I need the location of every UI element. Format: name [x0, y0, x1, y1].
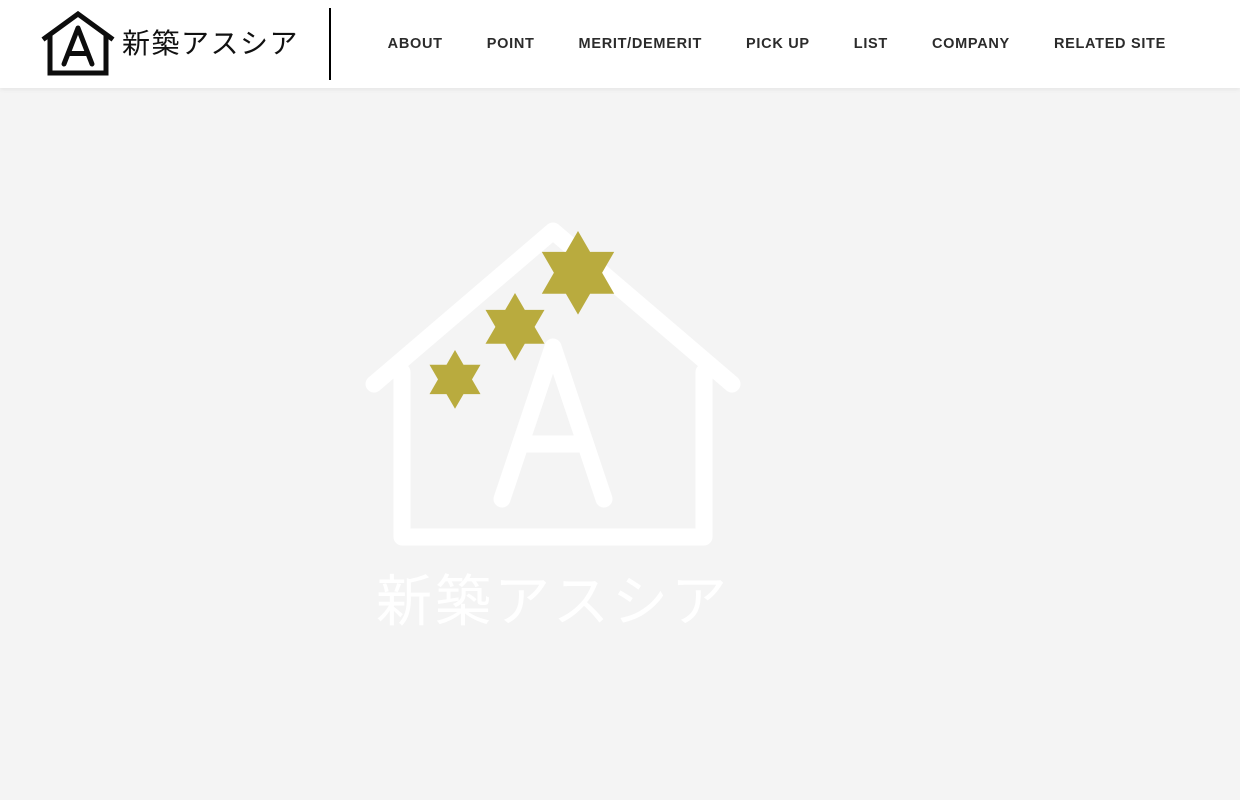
nav-item-related-site[interactable]: RELATED SITE: [1032, 26, 1188, 62]
nav-item-pick-up[interactable]: PICK UP: [724, 26, 832, 62]
main-navigation: ABOUT POINT MERIT/DEMERIT PICK UP LIST C…: [331, 0, 1240, 88]
nav-item-point[interactable]: POINT: [465, 26, 557, 62]
nav-item-list[interactable]: LIST: [832, 26, 910, 62]
brand-name: 新築アスシア: [122, 27, 300, 60]
nav-item-about[interactable]: ABOUT: [366, 26, 465, 62]
star-medium: [485, 293, 545, 361]
splash-loading-screen: 新築アスシア: [0, 88, 1240, 800]
house-a-watermark-icon: 新築アスシア: [340, 209, 900, 679]
nav-link-point[interactable]: POINT: [465, 26, 557, 62]
watermark-brand-name: 新築アスシア: [376, 570, 730, 635]
house-a-logo-icon: [40, 10, 116, 77]
nav-link-company[interactable]: COMPANY: [910, 26, 1032, 62]
star-small: [429, 350, 481, 409]
nav-item-company[interactable]: COMPANY: [910, 26, 1032, 62]
brand-logo-link[interactable]: 新築アスシア: [0, 0, 299, 88]
nav-link-merit-demerit[interactable]: MERIT/DEMERIT: [557, 26, 725, 62]
site-header: 新築アスシア ABOUT POINT MERIT/DEMERIT PICK UP…: [0, 0, 1240, 88]
nav-item-merit-demerit[interactable]: MERIT/DEMERIT: [557, 26, 725, 62]
nav-link-about[interactable]: ABOUT: [366, 26, 465, 62]
nav-link-list[interactable]: LIST: [832, 26, 910, 62]
nav-list: ABOUT POINT MERIT/DEMERIT PICK UP LIST C…: [366, 26, 1188, 62]
nav-link-pick-up[interactable]: PICK UP: [724, 26, 832, 62]
nav-link-related-site[interactable]: RELATED SITE: [1032, 26, 1188, 62]
